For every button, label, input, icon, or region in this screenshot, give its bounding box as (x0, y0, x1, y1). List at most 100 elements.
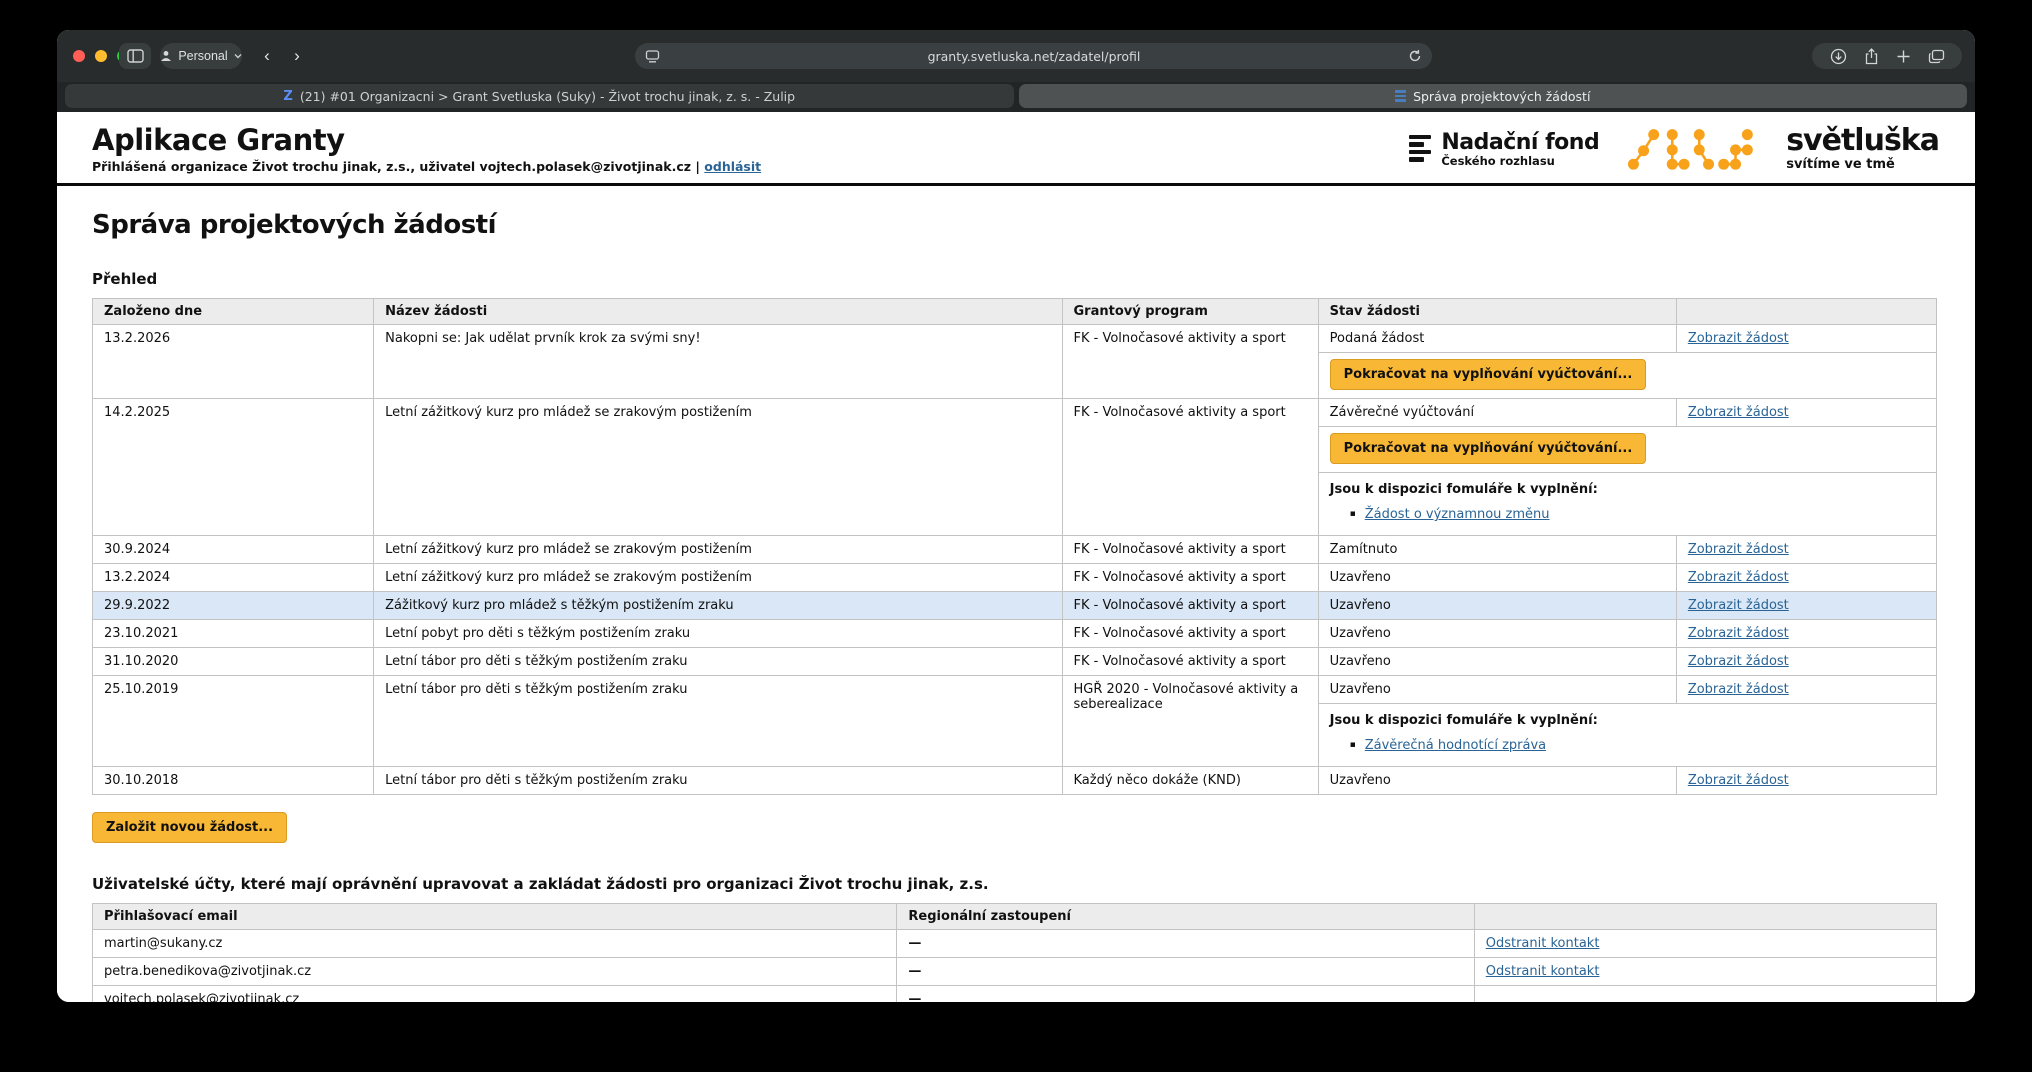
application-program: FK - Volnočasové aktivity a sport (1062, 620, 1318, 648)
tab-grants-active[interactable]: Správa projektových žádostí (1019, 84, 1968, 108)
profile-menu-button[interactable]: Personal (160, 43, 242, 69)
page-settings-icon (645, 50, 660, 63)
view-application-link[interactable]: Zobrazit žádost (1688, 654, 1789, 669)
chevron-down-icon (234, 53, 242, 59)
reload-icon[interactable] (1408, 49, 1422, 63)
application-date: 14.2.2025 (93, 399, 374, 536)
application-status: Uzavřeno (1318, 592, 1676, 620)
application-actions: Zobrazit žádost (1676, 767, 1936, 795)
application-status: Závěrečné vyúčtování (1318, 399, 1676, 427)
application-name: Letní pobyt pro děti s těžkým postižením… (374, 620, 1062, 648)
continue-settlement-button[interactable]: Pokračovat na vyplňování vyúčtování... (1330, 433, 1647, 464)
column-header: Stav žádosti (1318, 299, 1676, 325)
application-name: Nakopni se: Jak udělat prvník krok za sv… (374, 325, 1062, 399)
minimize-window-button[interactable] (95, 50, 107, 62)
forward-button[interactable]: › (282, 43, 312, 69)
column-header: Založeno dne (93, 299, 374, 325)
application-name: Letní tábor pro děti s těžkým postižením… (374, 767, 1062, 795)
bullet-icon: ▪ (1350, 741, 1356, 750)
forms-available-label: Jsou k dispozici fomuláře k vyplnění: (1330, 713, 1925, 728)
svetluska-dots-icon (1625, 123, 1760, 175)
bullet-icon: ▪ (1350, 510, 1356, 519)
tab-title: (21) #01 Organizacni > Grant Svetluska (… (300, 89, 795, 104)
overview-heading: Přehled (92, 270, 1937, 288)
nav-buttons: ‹ › (251, 43, 313, 69)
users-table: Přihlašovací emailRegionální zastoupení … (92, 903, 1937, 1002)
view-application-link[interactable]: Zobrazit žádost (1688, 626, 1789, 641)
site-header: Aplikace Granty Přihlášená organizace Ži… (57, 112, 1975, 186)
user-region: — (897, 958, 1474, 986)
address-bar[interactable]: granty.svetluska.net/zadatel/profil (635, 43, 1432, 69)
sidebar-toggle-button[interactable] (119, 43, 151, 69)
column-header (1676, 299, 1936, 325)
application-name: Letní tábor pro děti s těžkým postižením… (374, 676, 1062, 767)
application-name: Letní zážitkový kurz pro mládež se zrako… (374, 536, 1062, 564)
application-status: Uzavřeno (1318, 767, 1676, 795)
safari-window: Personal ‹ › granty.svetluska.net/zadate… (57, 30, 1975, 1002)
application-row: 29.9.2022Zážitkový kurz pro mládež s těž… (93, 592, 1937, 620)
url-text: granty.svetluska.net/zadatel/profil (660, 49, 1408, 64)
users-heading: Uživatelské účty, které mají oprávnění u… (92, 875, 1937, 893)
application-status: Uzavřeno (1318, 620, 1676, 648)
user-email: vojtech.polasek@zivotjinak.cz (93, 986, 897, 1003)
view-application-link[interactable]: Zobrazit žádost (1688, 405, 1789, 420)
application-row: 30.10.2018Letní tábor pro děti s těžkým … (93, 767, 1937, 795)
application-actions: Zobrazit žádost (1676, 536, 1936, 564)
applications-table-header: Založeno dneNázev žádostiGrantový progra… (93, 299, 1937, 325)
view-application-link[interactable]: Zobrazit žádost (1688, 682, 1789, 697)
user-region: — (897, 986, 1474, 1003)
user-email: martin@sukany.cz (93, 930, 897, 958)
application-row: 13.2.2024Letní zážitkový kurz pro mládež… (93, 564, 1937, 592)
application-program: FK - Volnočasové aktivity a sport (1062, 592, 1318, 620)
application-status: Zamítnuto (1318, 536, 1676, 564)
application-date: 23.10.2021 (93, 620, 374, 648)
column-header: Přihlašovací email (93, 904, 897, 930)
toolbar-buttons (1812, 43, 1962, 69)
back-button[interactable]: ‹ (252, 43, 282, 69)
logout-link[interactable]: odhlásit (704, 159, 761, 174)
application-date: 29.9.2022 (93, 592, 374, 620)
zulip-favicon: Z (283, 89, 292, 104)
view-application-link[interactable]: Zobrazit žádost (1688, 542, 1789, 557)
user-actions: Odstranit kontakt (1474, 958, 1936, 986)
tab-overview-icon[interactable] (1928, 49, 1945, 64)
view-application-link[interactable]: Zobrazit žádost (1688, 331, 1789, 346)
tab-zulip[interactable]: Z (21) #01 Organizacni > Grant Svetluska… (65, 84, 1014, 108)
new-application-button[interactable]: Založit novou žádost... (92, 812, 287, 843)
application-name: Zážitkový kurz pro mládež s těžkým posti… (374, 592, 1062, 620)
application-row: 14.2.2025Letní zážitkový kurz pro mládež… (93, 399, 1937, 427)
user-actions: Odstranit kontakt (1474, 930, 1936, 958)
form-link[interactable]: Závěrečná hodnotící zpráva (1365, 738, 1546, 753)
application-program: FK - Volnočasové aktivity a sport (1062, 325, 1318, 399)
application-actions: Zobrazit žádost (1676, 399, 1936, 427)
application-program: HGŘ 2020 - Volnočasové aktivity a sebere… (1062, 676, 1318, 767)
column-header: Regionální zastoupení (897, 904, 1474, 930)
close-window-button[interactable] (73, 50, 85, 62)
applications-table: Založeno dneNázev žádostiGrantový progra… (92, 298, 1937, 795)
application-date: 30.9.2024 (93, 536, 374, 564)
grants-favicon (1395, 90, 1406, 102)
user-row: vojtech.polasek@zivotjinak.cz— (93, 986, 1937, 1003)
person-icon (160, 50, 172, 62)
new-tab-icon[interactable] (1896, 49, 1911, 64)
user-row: petra.benedikova@zivotjinak.cz— Odstranit… (93, 958, 1937, 986)
share-icon[interactable] (1864, 48, 1879, 65)
user-actions (1474, 986, 1936, 1003)
user-row: martin@sukany.cz—Odstranit kontakt (93, 930, 1937, 958)
remove-contact-link[interactable]: Odstranit kontakt (1486, 936, 1600, 951)
application-program: FK - Volnočasové aktivity a sport (1062, 399, 1318, 536)
form-link[interactable]: Žádost o významnou změnu (1365, 507, 1550, 522)
downloads-icon[interactable] (1830, 48, 1847, 65)
application-status: Uzavřeno (1318, 676, 1676, 704)
nadacni-fond-logo: Nadační fond Českého rozhlasu (1409, 130, 1599, 168)
browser-titlebar: Personal ‹ › granty.svetluska.net/zadate… (57, 30, 1975, 82)
column-header (1474, 904, 1936, 930)
view-application-link[interactable]: Zobrazit žádost (1688, 773, 1789, 788)
application-date: 13.2.2026 (93, 325, 374, 399)
application-row: 31.10.2020Letní tábor pro děti s těžkým … (93, 648, 1937, 676)
view-application-link[interactable]: Zobrazit žádost (1688, 598, 1789, 613)
view-application-link[interactable]: Zobrazit žádost (1688, 570, 1789, 585)
user-email: petra.benedikova@zivotjinak.cz (93, 958, 897, 986)
remove-contact-link[interactable]: Odstranit kontakt (1486, 964, 1600, 979)
continue-settlement-button[interactable]: Pokračovat na vyplňování vyúčtování... (1330, 359, 1647, 390)
